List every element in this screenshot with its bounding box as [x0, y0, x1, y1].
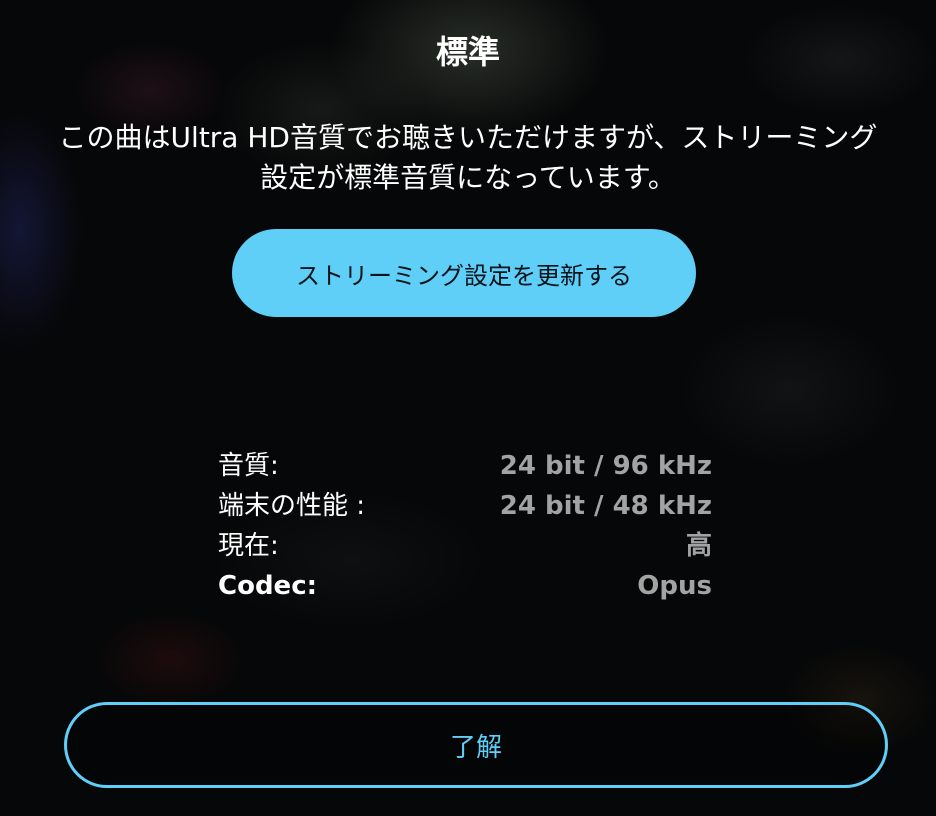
detail-row-quality: 音質: 24 bit / 96 kHz: [218, 446, 712, 486]
update-streaming-settings-button[interactable]: ストリーミング設定を更新する: [232, 229, 696, 317]
detail-value-codec: Opus: [637, 571, 712, 601]
quality-details: 音質: 24 bit / 96 kHz 端末の性能 : 24 bit / 48 …: [218, 446, 712, 606]
detail-value-device-capability: 24 bit / 48 kHz: [499, 491, 712, 521]
detail-value-current: 高: [685, 531, 712, 561]
quality-dialog: 標準 この曲はUltra HD音質でお聴きいただけますが、ストリーミング設定が標…: [0, 0, 936, 816]
dialog-title: 標準: [435, 33, 500, 71]
detail-row-codec: Codec: Opus: [218, 566, 712, 606]
detail-value-quality: 24 bit / 96 kHz: [499, 451, 712, 481]
ok-button[interactable]: 了解: [64, 702, 888, 788]
detail-label-current: 現在:: [218, 531, 279, 561]
detail-label-codec: Codec:: [218, 571, 317, 601]
detail-label-quality: 音質:: [218, 451, 279, 481]
dialog-message: この曲はUltra HD音質でお聴きいただけますが、ストリーミング設定が標準音質…: [58, 121, 878, 194]
detail-row-current: 現在: 高: [218, 526, 712, 566]
detail-row-device-capability: 端末の性能 : 24 bit / 48 kHz: [218, 486, 712, 526]
detail-label-device-capability: 端末の性能 :: [218, 491, 366, 521]
